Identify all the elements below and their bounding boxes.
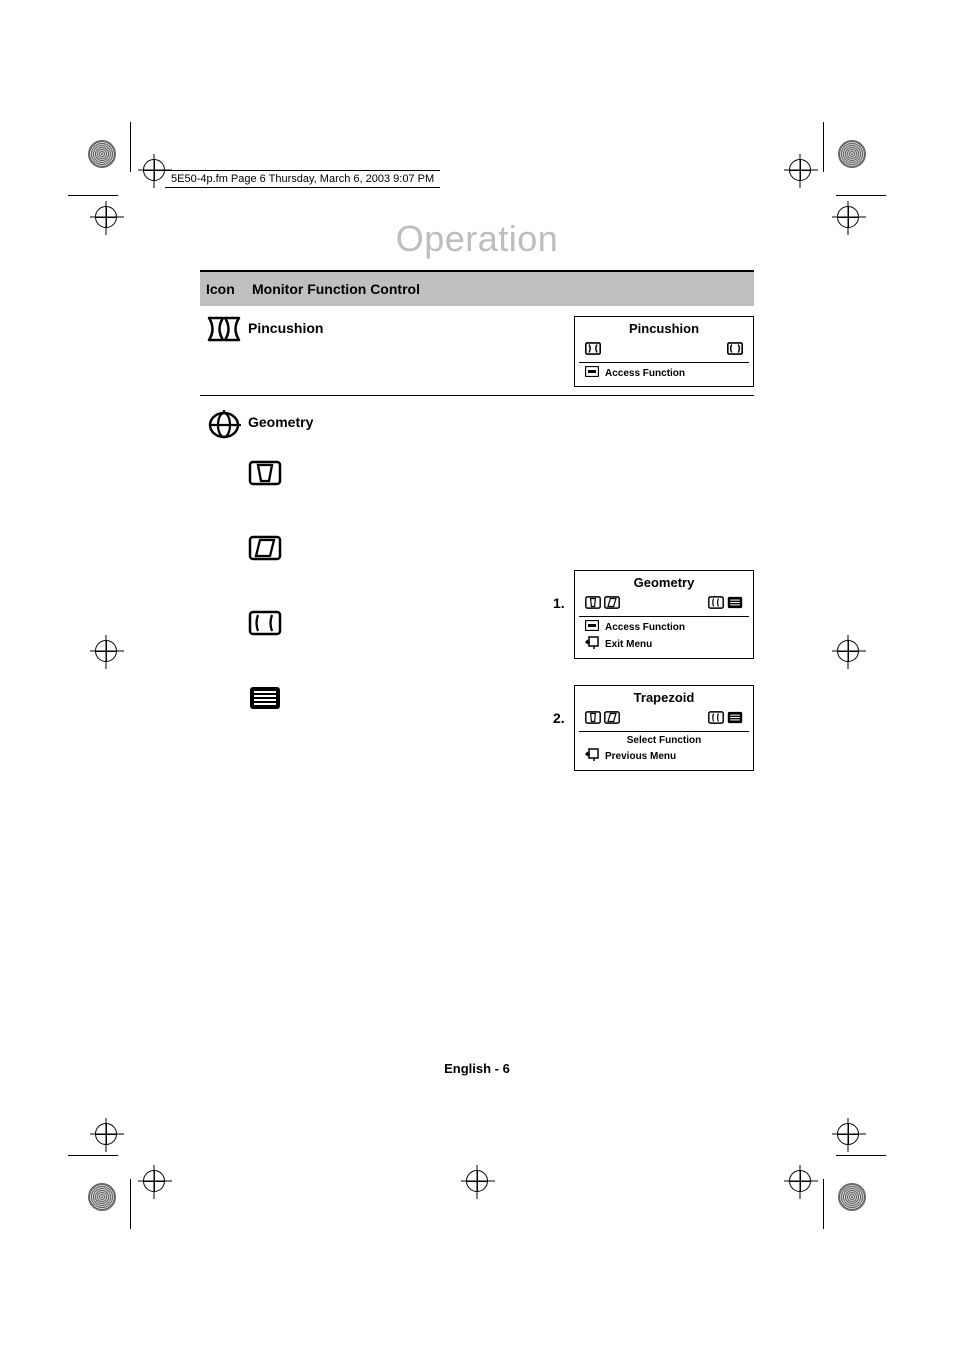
reg-cross-icon <box>143 159 165 181</box>
parallelogram-mini-icon <box>604 711 620 727</box>
geometry-icon <box>207 410 241 771</box>
osd-geometry-title: Geometry <box>579 575 749 590</box>
pinbalance-icon <box>248 610 498 641</box>
source-file-header: 5E50-4p.fm Page 6 Thursday, March 6, 200… <box>165 170 440 188</box>
menu-button-icon <box>585 366 599 380</box>
reg-mark-icon <box>88 140 116 168</box>
reg-cross-icon <box>95 206 117 228</box>
pinbalance-mini-icon <box>708 711 724 727</box>
reg-cross-icon <box>837 640 859 662</box>
reg-mark-icon <box>88 1183 116 1211</box>
crop-mark <box>68 195 118 196</box>
page-footer: English - 6 <box>0 1061 954 1076</box>
reg-cross-icon <box>789 1170 811 1192</box>
crop-mark <box>130 122 131 172</box>
parallelogram-icon <box>248 535 498 566</box>
reg-cross-icon <box>837 206 859 228</box>
reg-cross-icon <box>837 1123 859 1145</box>
osd-trapezoid-title: Trapezoid <box>579 690 749 705</box>
table-header: Icon Monitor Function Control <box>200 272 754 306</box>
osd-geometry-exit-label: Exit Menu <box>605 639 652 650</box>
crop-mark <box>130 1179 131 1229</box>
crop-mark <box>68 1155 118 1156</box>
page-title: Operation <box>200 218 754 260</box>
step-2-number: 2. <box>553 710 565 726</box>
pincushion-out-icon <box>727 342 743 358</box>
menu-button-icon <box>585 620 599 634</box>
osd-access-function-label: Access Function <box>605 368 685 379</box>
trapezoid-mini-icon <box>585 596 601 612</box>
linearity-mini-icon <box>727 596 743 612</box>
step-1-number: 1. <box>553 595 565 611</box>
osd-trapezoid-previous-label: Previous Menu <box>605 751 676 762</box>
content-area: Icon Monitor Function Control Pincushion… <box>200 270 754 1071</box>
osd-trapezoid: 2. Trapezoid <box>574 685 754 771</box>
reg-cross-icon <box>466 1170 488 1192</box>
osd-trapezoid-select-label: Select Function <box>627 735 701 746</box>
osd-geometry-access-label: Access Function <box>605 622 685 633</box>
reg-cross-icon <box>95 640 117 662</box>
pincushion-in-icon <box>585 342 601 358</box>
linearity-icon <box>248 685 498 716</box>
reg-cross-icon <box>143 1170 165 1192</box>
crop-mark <box>823 1179 824 1229</box>
row-geometry: Geometry 1. Geometry <box>200 395 754 771</box>
osd-pincushion-title: Pincushion <box>579 321 749 336</box>
osd-geometry: 1. Geometry <box>574 570 754 659</box>
osd-pincushion: Pincushion Access Function <box>574 316 754 387</box>
col-header-icon: Icon <box>200 281 248 297</box>
crop-mark <box>836 1155 886 1156</box>
pinbalance-mini-icon <box>708 596 724 612</box>
crop-mark <box>836 195 886 196</box>
reg-mark-icon <box>838 1183 866 1211</box>
back-arrow-icon <box>585 748 599 764</box>
parallelogram-mini-icon <box>604 596 620 612</box>
reg-cross-icon <box>95 1123 117 1145</box>
reg-cross-icon <box>789 159 811 181</box>
exit-arrow-icon <box>585 636 599 652</box>
crop-mark <box>823 122 824 172</box>
pincushion-label: Pincushion <box>248 320 498 336</box>
row-pincushion: Pincushion Pincushion Access Function <box>200 306 754 387</box>
trapezoid-mini-icon <box>585 711 601 727</box>
pincushion-icon <box>207 316 241 387</box>
reg-mark-icon <box>838 140 866 168</box>
trapezoid-icon <box>248 460 498 491</box>
geometry-label: Geometry <box>248 414 498 430</box>
col-header-function: Monitor Function Control <box>248 281 754 297</box>
linearity-mini-icon <box>727 711 743 727</box>
